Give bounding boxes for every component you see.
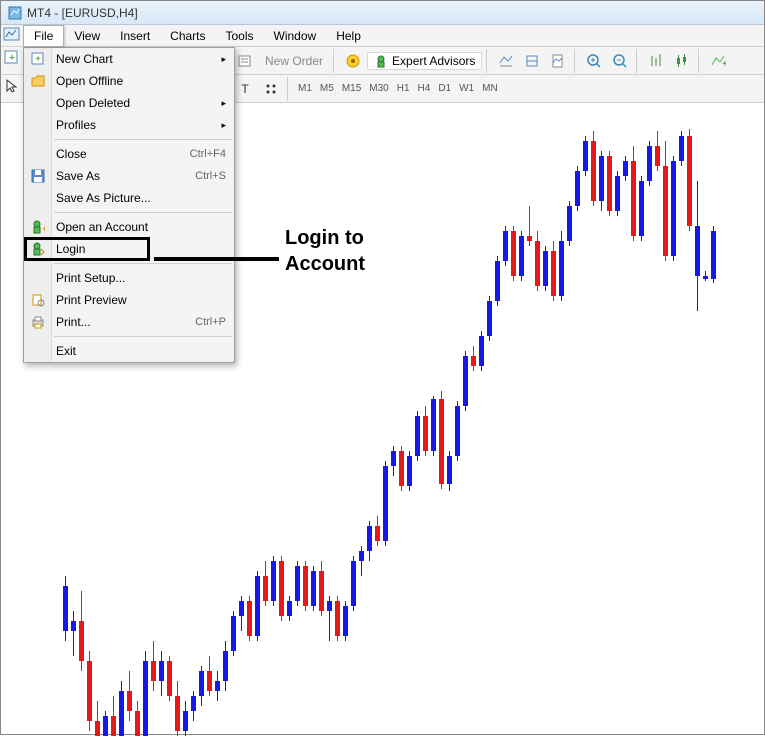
cursor-icon[interactable] bbox=[3, 77, 21, 95]
separator bbox=[287, 77, 291, 101]
callout-arrow bbox=[154, 257, 279, 261]
separator bbox=[574, 49, 578, 73]
menu-charts[interactable]: Charts bbox=[160, 26, 215, 46]
folder-icon bbox=[30, 73, 46, 89]
timeframe-d1[interactable]: D1 bbox=[435, 81, 454, 96]
menu-save-picture[interactable]: Save As Picture... bbox=[24, 187, 234, 209]
menu-profiles[interactable]: Profiles▸ bbox=[24, 114, 234, 136]
menu-view[interactable]: View bbox=[64, 26, 110, 46]
autotrading-icon[interactable] bbox=[341, 49, 365, 73]
menu-print-preview[interactable]: Print Preview bbox=[24, 289, 234, 311]
menu-insert[interactable]: Insert bbox=[110, 26, 160, 46]
file-dropdown: + New Chart▸ Open Offline Open Deleted▸ … bbox=[23, 47, 235, 363]
svg-text:T: T bbox=[241, 82, 249, 96]
callout-label: Login to Account bbox=[285, 225, 365, 277]
expert-advisors-button[interactable]: Expert Advisors bbox=[367, 52, 482, 70]
timeframe-h1[interactable]: H1 bbox=[394, 81, 413, 96]
window-title: MT4 - [EURUSD,H4] bbox=[27, 6, 138, 20]
svg-text:+: + bbox=[35, 54, 41, 65]
separator bbox=[54, 139, 232, 140]
separator bbox=[486, 49, 490, 73]
expert-advisors-label: Expert Advisors bbox=[392, 54, 475, 68]
template-icon[interactable] bbox=[546, 49, 570, 73]
text-tool-icon[interactable]: T bbox=[233, 77, 257, 101]
menu-save-as[interactable]: Save AsCtrl+S bbox=[24, 165, 234, 187]
separator bbox=[54, 336, 232, 337]
app-icon bbox=[7, 5, 23, 21]
menu-open-offline[interactable]: Open Offline bbox=[24, 70, 234, 92]
menu-window[interactable]: Window bbox=[264, 26, 327, 46]
print-preview-icon bbox=[30, 292, 46, 308]
menu-close[interactable]: CloseCtrl+F4 bbox=[24, 143, 234, 165]
timeframe-m30[interactable]: M30 bbox=[366, 81, 391, 96]
separator bbox=[636, 49, 640, 73]
title-bar: MT4 - [EURUSD,H4] bbox=[1, 1, 764, 25]
zoom-out-icon[interactable] bbox=[608, 49, 632, 73]
separator bbox=[54, 212, 232, 213]
timeframe-h4[interactable]: H4 bbox=[415, 81, 434, 96]
timeframe-w1[interactable]: W1 bbox=[456, 81, 477, 96]
menu-open-account[interactable]: + Open an Account bbox=[24, 216, 234, 238]
chart-window-icon[interactable] bbox=[3, 25, 21, 43]
zoom-in-icon[interactable] bbox=[582, 49, 606, 73]
periodicity-icon[interactable] bbox=[520, 49, 544, 73]
bar-chart-icon[interactable] bbox=[644, 49, 668, 73]
timeframe-m15[interactable]: M15 bbox=[339, 81, 364, 96]
menu-file[interactable]: File bbox=[23, 25, 64, 46]
timeframe-m1[interactable]: M1 bbox=[295, 81, 315, 96]
menu-bar: File View Insert Charts Tools Window Hel… bbox=[1, 25, 764, 47]
new-order-icon[interactable] bbox=[233, 49, 257, 73]
new-chart-icon: + bbox=[30, 51, 46, 67]
separator bbox=[698, 49, 702, 73]
menu-open-deleted[interactable]: Open Deleted▸ bbox=[24, 92, 234, 114]
svg-text:+: + bbox=[722, 59, 726, 69]
objects-icon[interactable] bbox=[259, 77, 283, 101]
menu-tools[interactable]: Tools bbox=[216, 26, 264, 46]
new-order-label[interactable]: New Order bbox=[259, 54, 329, 68]
add-indicator-icon[interactable]: + bbox=[706, 49, 730, 73]
indicator-list-icon[interactable] bbox=[494, 49, 518, 73]
timeframe-mn[interactable]: MN bbox=[479, 81, 501, 96]
menu-help[interactable]: Help bbox=[326, 26, 371, 46]
candlestick-icon[interactable] bbox=[670, 49, 694, 73]
separator bbox=[333, 49, 337, 73]
svg-text:+: + bbox=[9, 52, 15, 64]
menu-print-setup[interactable]: Print Setup... bbox=[24, 267, 234, 289]
svg-text:+: + bbox=[42, 224, 45, 234]
new-chart-icon[interactable]: + bbox=[3, 49, 21, 67]
login-icon bbox=[30, 241, 46, 257]
account-icon: + bbox=[30, 219, 46, 235]
print-icon bbox=[30, 314, 46, 330]
save-icon bbox=[30, 168, 46, 184]
separator bbox=[54, 263, 232, 264]
timeframe-m5[interactable]: M5 bbox=[317, 81, 337, 96]
menu-exit[interactable]: Exit bbox=[24, 340, 234, 362]
menu-new-chart[interactable]: + New Chart▸ bbox=[24, 48, 234, 70]
menu-print[interactable]: Print...Ctrl+P bbox=[24, 311, 234, 333]
